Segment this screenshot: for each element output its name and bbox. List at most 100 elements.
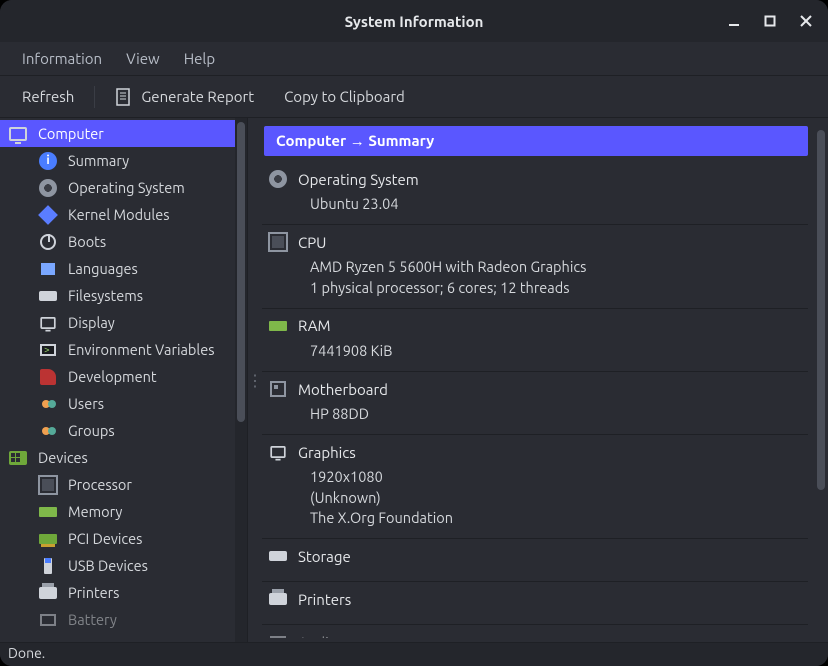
main-pane: Computer → Summary Operating System Ubun… [262, 118, 828, 642]
sidebar-item-printers[interactable]: Printers [0, 579, 235, 606]
toolbar: Refresh Generate Report Copy to Clipboar… [0, 76, 828, 118]
pane-splitter[interactable]: ⋮ [248, 118, 262, 642]
sidebar-item-label: Boots [68, 233, 106, 250]
scrollbar-thumb[interactable] [237, 122, 245, 422]
power-icon [38, 232, 58, 252]
refresh-button[interactable]: Refresh [12, 82, 84, 111]
ram-icon [268, 317, 288, 335]
battery-icon [38, 610, 58, 630]
drive-icon [38, 286, 58, 306]
menubar: Information View Help [0, 42, 828, 76]
window-title: System Information [0, 13, 828, 30]
section-value: 1 physical processor; 6 cores; 12 thread… [310, 278, 804, 298]
scrollbar-thumb[interactable] [817, 130, 825, 490]
sidebar-item-label: PCI Devices [68, 530, 142, 547]
section-value: 7441908 KiB [310, 341, 804, 361]
sidebar-item-label: Users [68, 395, 104, 412]
sidebar-item-users[interactable]: Users [0, 390, 235, 417]
usb-icon [38, 556, 58, 576]
ram-icon [38, 502, 58, 522]
diamond-icon [38, 205, 58, 225]
terminal-icon [38, 340, 58, 360]
chip-icon [38, 475, 58, 495]
breadcrumb: Computer → Summary [264, 126, 808, 156]
users-icon [38, 394, 58, 414]
info-icon: i [38, 151, 58, 171]
sidebar-item-label: Memory [68, 503, 122, 520]
users-icon [38, 421, 58, 441]
monitor-icon [8, 124, 28, 144]
section-title: CPU [298, 234, 326, 251]
audio-icon [268, 633, 288, 638]
sidebar-item-label: Processor [68, 476, 132, 493]
monitor-icon [268, 443, 288, 461]
section-title: Storage [298, 548, 351, 565]
statusbar: Done. [0, 642, 828, 666]
generate-report-label: Generate Report [141, 88, 254, 105]
content-body: Computer iSummary Operating System Kerne… [0, 118, 828, 642]
maximize-button[interactable] [756, 7, 784, 35]
section-title: RAM [298, 317, 331, 334]
section-value: (Unknown) [310, 488, 804, 508]
report-icon [115, 88, 133, 106]
sidebar-item-label: Printers [68, 584, 119, 601]
sidebar-item-operating-system[interactable]: Operating System [0, 174, 235, 201]
main-content[interactable]: Computer → Summary Operating System Ubun… [262, 122, 814, 638]
sidebar-category-label: Devices [38, 449, 88, 466]
sidebar-item-label: Operating System [68, 179, 185, 196]
section-motherboard: Motherboard HP 88DD [262, 372, 808, 435]
devices-icon [8, 448, 28, 468]
sidebar-item-label: Languages [68, 260, 138, 277]
sidebar-category-devices[interactable]: Devices [0, 444, 235, 471]
section-title: Audio [298, 634, 338, 638]
monitor-icon [38, 313, 58, 333]
refresh-label: Refresh [22, 88, 74, 105]
menu-view[interactable]: View [116, 44, 170, 73]
sidebar-item-battery[interactable]: Battery [0, 606, 235, 633]
titlebar[interactable]: System Information [0, 0, 828, 42]
sidebar-category-label: Computer [38, 125, 104, 142]
sidebar-item-languages[interactable]: Languages [0, 255, 235, 282]
generate-report-button[interactable]: Generate Report [105, 82, 264, 112]
section-ram: RAM 7441908 KiB [262, 309, 808, 372]
sidebar-tree[interactable]: Computer iSummary Operating System Kerne… [0, 118, 235, 642]
printer-icon [38, 583, 58, 603]
minimize-button[interactable] [720, 7, 748, 35]
sidebar-item-pci-devices[interactable]: PCI Devices [0, 525, 235, 552]
section-title: Graphics [298, 444, 356, 461]
sidebar-item-usb-devices[interactable]: USB Devices [0, 552, 235, 579]
sidebar-item-development[interactable]: Development [0, 363, 235, 390]
close-button[interactable] [792, 7, 820, 35]
section-value: 1920x1080 [310, 467, 804, 487]
sidebar-item-processor[interactable]: Processor [0, 471, 235, 498]
section-value: The X.Org Foundation [310, 508, 804, 528]
flag-icon [38, 259, 58, 279]
motherboard-icon [268, 380, 288, 398]
sidebar-item-kernel-modules[interactable]: Kernel Modules [0, 201, 235, 228]
section-value: Ubuntu 23.04 [310, 194, 804, 214]
drive-icon [268, 547, 288, 565]
sidebar-item-boots[interactable]: Boots [0, 228, 235, 255]
sidebar-category-computer[interactable]: Computer [0, 120, 235, 147]
sidebar-item-environment-variables[interactable]: Environment Variables [0, 336, 235, 363]
gear-icon [38, 178, 58, 198]
sidebar-item-groups[interactable]: Groups [0, 417, 235, 444]
main-scrollbar[interactable] [814, 122, 828, 638]
section-graphics: Graphics 1920x1080 (Unknown) The X.Org F… [262, 435, 808, 539]
menu-information[interactable]: Information [12, 44, 112, 73]
window-controls [720, 7, 820, 35]
sidebar-item-label: USB Devices [68, 557, 148, 574]
sidebar-scrollbar[interactable] [235, 118, 247, 642]
sidebar-item-display[interactable]: Display [0, 309, 235, 336]
app-window: System Information Information View Help… [0, 0, 828, 666]
sidebar-item-label: Groups [68, 422, 115, 439]
sidebar-item-label: Kernel Modules [68, 206, 170, 223]
copy-clipboard-button[interactable]: Copy to Clipboard [274, 82, 415, 111]
status-text: Done. [8, 645, 45, 661]
sidebar-item-memory[interactable]: Memory [0, 498, 235, 525]
sidebar-item-filesystems[interactable]: Filesystems [0, 282, 235, 309]
sidebar-item-label: Battery [68, 611, 117, 628]
sidebar-item-label: Development [68, 368, 157, 385]
menu-help[interactable]: Help [174, 44, 225, 73]
sidebar-item-summary[interactable]: iSummary [0, 147, 235, 174]
